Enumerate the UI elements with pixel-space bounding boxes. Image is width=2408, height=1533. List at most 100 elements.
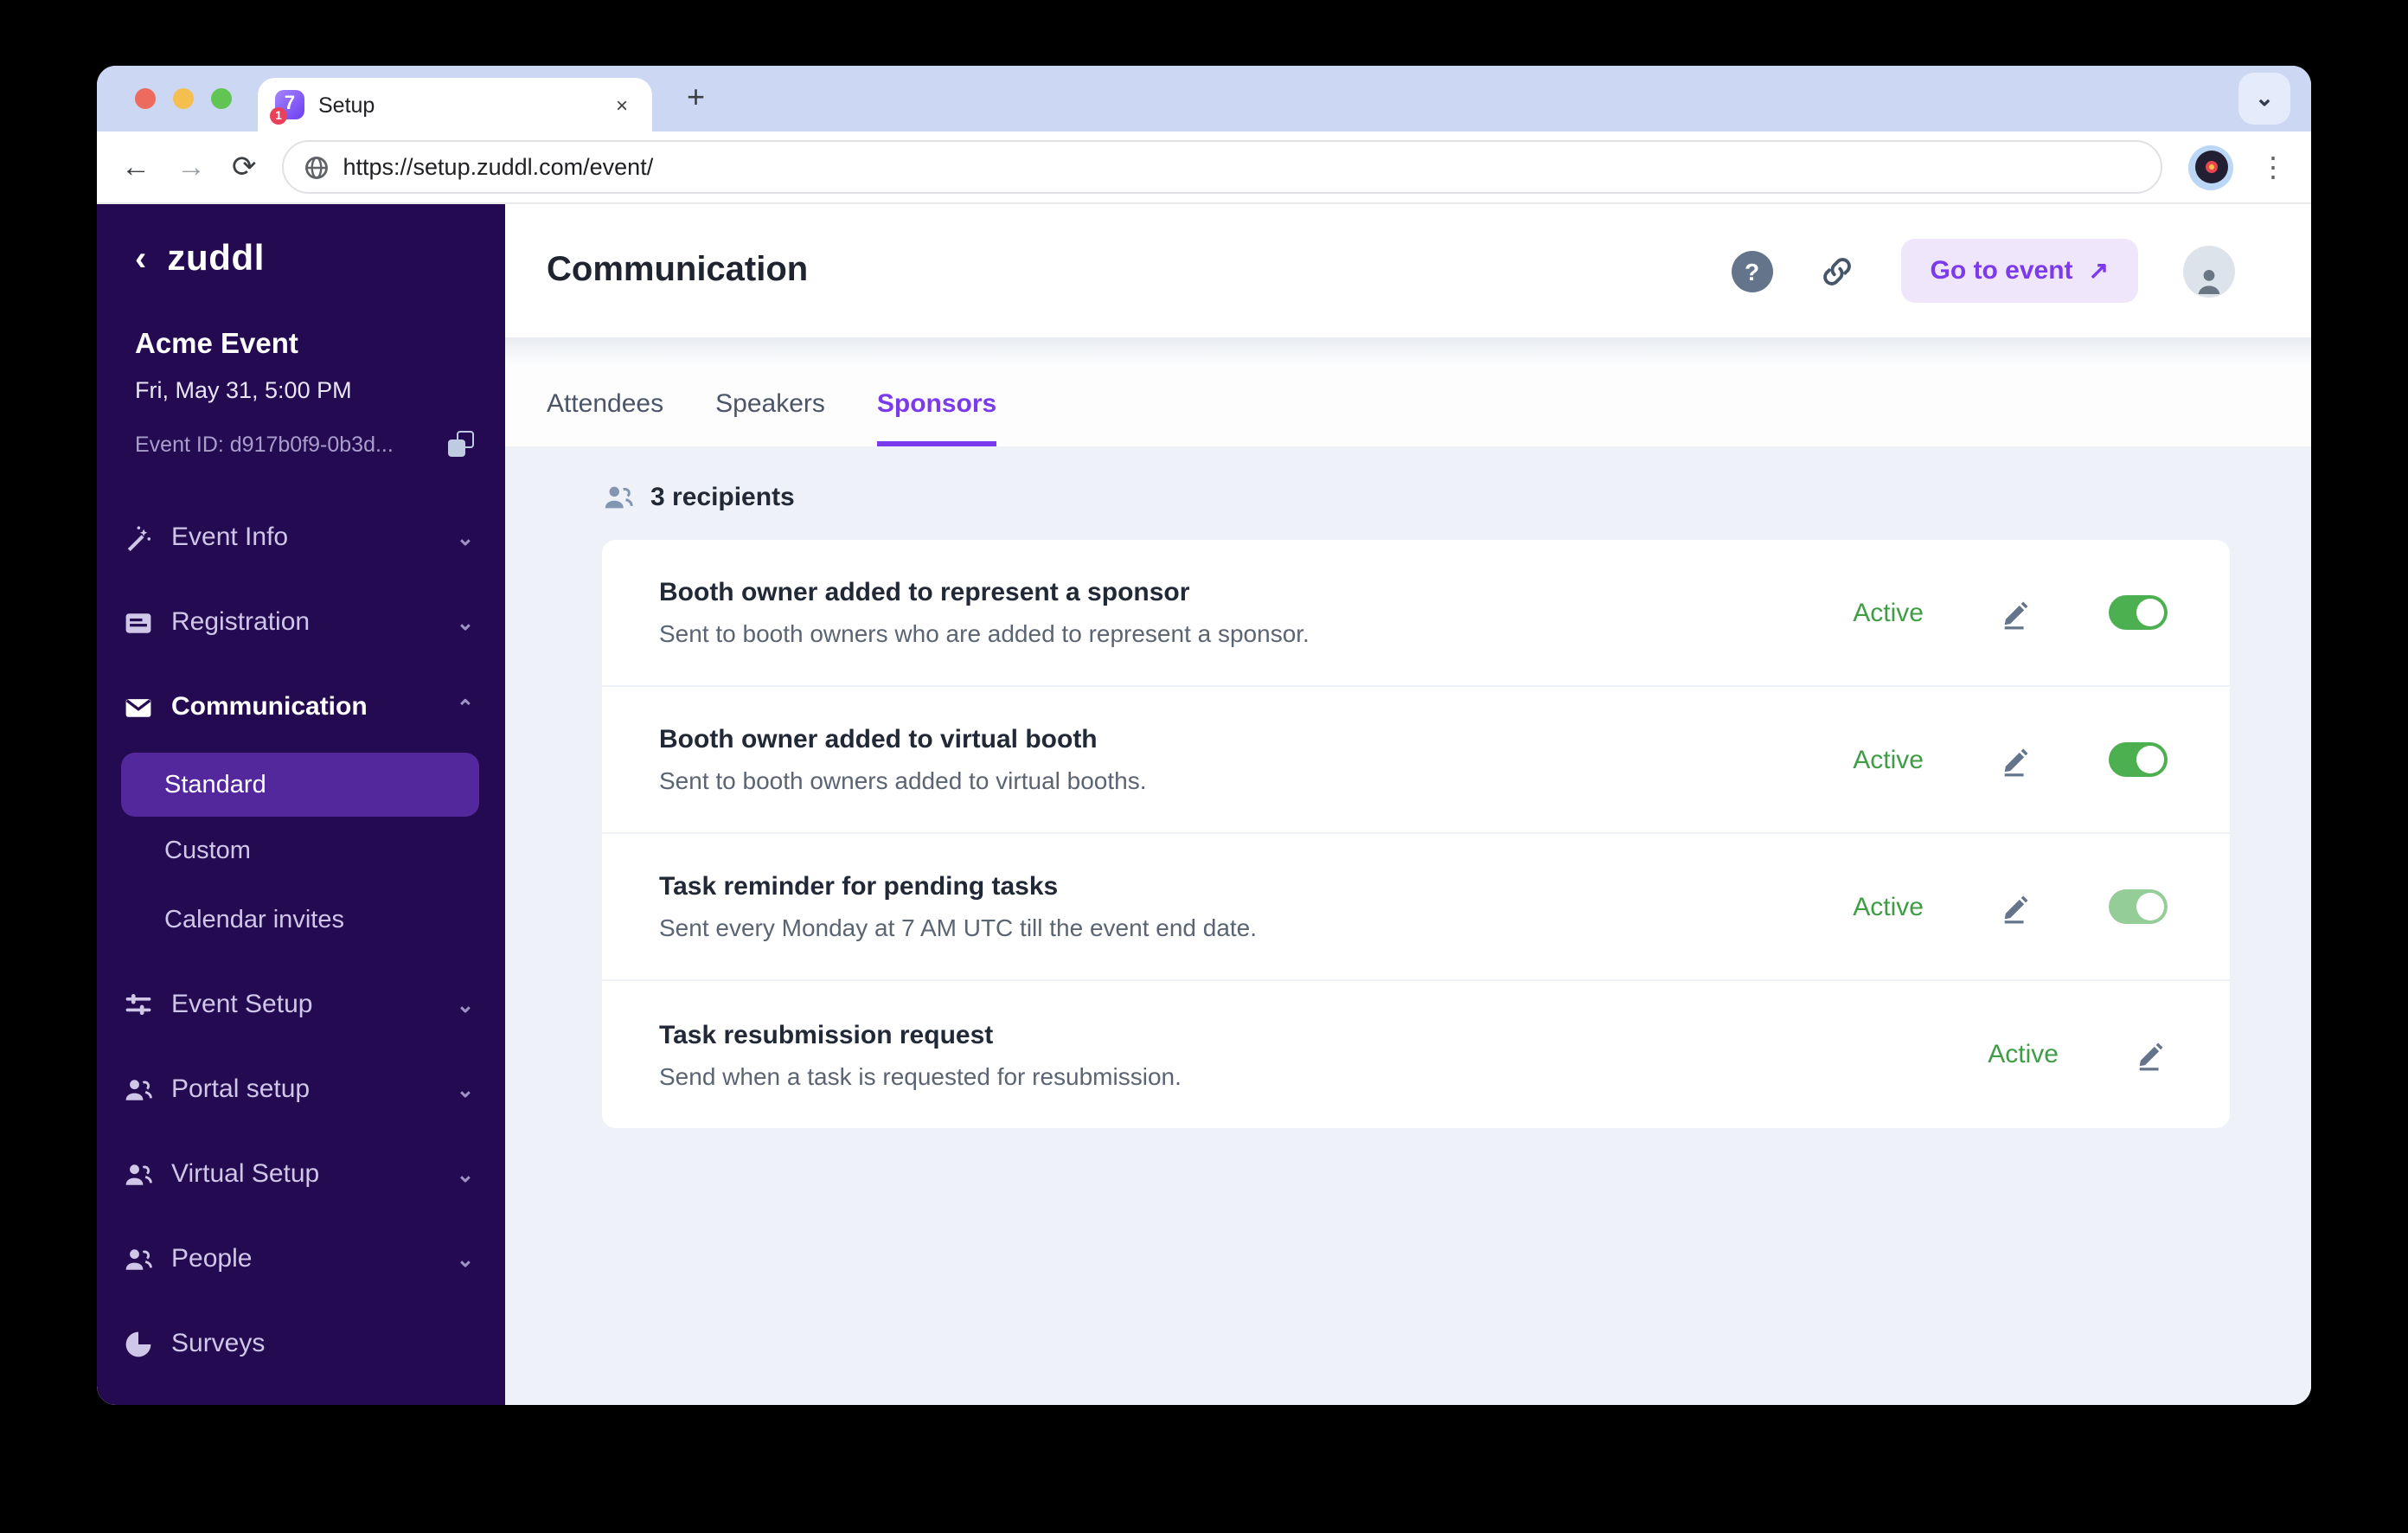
- wand-icon: [121, 521, 154, 554]
- link-icon[interactable]: [1818, 252, 1856, 290]
- browser-tab-setup[interactable]: 7 1 Setup ×: [258, 78, 652, 131]
- status-badge: Active: [1988, 1040, 2059, 1069]
- chevron-down-icon: ⌄: [456, 992, 474, 1017]
- edit-icon[interactable]: [2000, 596, 2033, 629]
- notification-title: Task reminder for pending tasks: [659, 872, 1059, 901]
- status-badge: Active: [1853, 892, 1924, 921]
- people-icon: [121, 1158, 154, 1190]
- subitem-label: Standard: [164, 771, 266, 799]
- zuddl-favicon: 7 1: [270, 90, 304, 125]
- page-header: Communication Go to event ↗: [505, 204, 2311, 337]
- tab-attendees[interactable]: Attendees: [547, 389, 663, 446]
- screen: 7 1 Setup × + ⌄ ← → ⟳ https://setup.zudd…: [0, 0, 2408, 1533]
- sidebar-item-registration[interactable]: Registration ⌄: [97, 580, 505, 664]
- sidebar-item-portal-setup[interactable]: Portal setup ⌄: [97, 1047, 505, 1132]
- sidebar-subitem-custom[interactable]: Custom: [97, 817, 505, 886]
- page-title: Communication: [547, 251, 809, 289]
- notification-badge: 1: [270, 107, 287, 125]
- back-chevron-icon[interactable]: ‹: [135, 242, 146, 277]
- sidebar-item-label: Virtual Setup: [171, 1159, 320, 1189]
- external-link-icon: ↗: [2088, 256, 2109, 284]
- pie-chart-icon: [121, 1327, 154, 1360]
- status-badge: Active: [1853, 745, 1924, 774]
- notification-title: Booth owner added to represent a sponsor: [659, 578, 1190, 607]
- tab-speakers[interactable]: Speakers: [715, 389, 825, 446]
- edit-icon[interactable]: [2000, 743, 2033, 776]
- sliders-icon: [121, 988, 154, 1021]
- minimize-window-button[interactable]: [173, 88, 194, 109]
- notification-description: Sent to booth owners added to virtual bo…: [659, 766, 1147, 794]
- help-icon[interactable]: [1731, 250, 1773, 292]
- sidebar-subitem-standard[interactable]: Standard: [121, 753, 479, 817]
- event-datetime: Fri, May 31, 5:00 PM: [135, 377, 352, 403]
- close-tab-icon[interactable]: ×: [609, 89, 635, 120]
- content-area: 3 recipients Booth owner added to repres…: [505, 446, 2311, 1405]
- sidebar-item-event-info[interactable]: Event Info ⌄: [97, 495, 505, 580]
- browser-tabstrip: 7 1 Setup × + ⌄: [97, 66, 2311, 131]
- go-to-event-button[interactable]: Go to event ↗: [1900, 239, 2138, 303]
- notification-row: Task resubmission request Send when a ta…: [602, 981, 2230, 1128]
- event-id: Event ID: d917b0f9-0b3d...: [135, 432, 394, 456]
- sidebar-logo-row[interactable]: ‹ zuddl: [97, 239, 505, 280]
- go-to-event-label: Go to event: [1930, 256, 2073, 285]
- sidebar-item-label: Event Info: [171, 523, 289, 552]
- sidebar-item-on-site[interactable]: On-site ⌄: [97, 1386, 505, 1405]
- subitem-label: Calendar invites: [164, 907, 344, 934]
- sidebar-item-label: Communication: [171, 692, 368, 722]
- toggle-switch[interactable]: [2109, 595, 2168, 630]
- reload-icon[interactable]: ⟳: [232, 152, 257, 182]
- address-bar[interactable]: https://setup.zuddl.com/event/: [282, 140, 2162, 194]
- zoom-window-button[interactable]: [211, 88, 232, 109]
- event-summary: Acme Event Fri, May 31, 5:00 PM Event ID…: [97, 329, 505, 457]
- tab-search-chevron-icon[interactable]: ⌄: [2238, 73, 2290, 125]
- main-panel: Communication Go to event ↗: [505, 204, 2311, 1405]
- sidebar-item-label: Registration: [171, 607, 311, 637]
- chevron-down-icon: ⌄: [456, 525, 474, 549]
- people-icon: [121, 1242, 154, 1275]
- sidebar-item-surveys[interactable]: Surveys: [97, 1301, 505, 1386]
- browser-profile-avatar[interactable]: [2188, 144, 2233, 189]
- sidebar-item-event-setup[interactable]: Event Setup ⌄: [97, 962, 505, 1047]
- copy-icon[interactable]: [448, 431, 474, 457]
- toggle-switch[interactable]: [2109, 742, 2168, 777]
- url-text[interactable]: https://setup.zuddl.com/event/: [343, 154, 654, 180]
- user-avatar[interactable]: [2183, 245, 2235, 297]
- notification-description: Sent to booth owners who are added to re…: [659, 619, 1310, 647]
- header-shadow-band: [505, 337, 2311, 365]
- chevron-down-icon: ⌄: [456, 1077, 474, 1101]
- close-window-button[interactable]: [135, 88, 156, 109]
- globe-icon: [305, 156, 329, 178]
- browser-menu-icon[interactable]: ⋮: [2259, 150, 2287, 184]
- notification-description: Sent every Monday at 7 AM UTC till the e…: [659, 914, 1258, 941]
- notification-title: Task resubmission request: [659, 1020, 994, 1049]
- tab-sponsors[interactable]: Sponsors: [876, 389, 997, 446]
- app-body: ‹ zuddl Acme Event Fri, May 31, 5:00 PM …: [97, 204, 2311, 1405]
- sidebar-subitem-calendar-invites[interactable]: Calendar invites: [97, 886, 505, 955]
- browser-toolbar: ← → ⟳ https://setup.zuddl.com/event/ ⋮: [97, 131, 2311, 204]
- notification-description: Send when a task is requested for resubm…: [659, 1062, 1182, 1089]
- back-icon[interactable]: ←: [121, 152, 150, 182]
- notifications-card: Booth owner added to represent a sponsor…: [602, 540, 2230, 1128]
- sidebar: ‹ zuddl Acme Event Fri, May 31, 5:00 PM …: [97, 204, 505, 1405]
- recipients-summary: 3 recipients: [602, 481, 2230, 514]
- status-badge: Active: [1853, 598, 1924, 627]
- mail-icon: [121, 690, 154, 723]
- toggle-switch: [2109, 889, 2168, 924]
- sidebar-item-label: People: [171, 1244, 253, 1273]
- zuddl-logo: zuddl: [167, 239, 265, 279]
- people-icon: [121, 1073, 154, 1106]
- sidebar-menu: Event Info ⌄ Registration ⌄ Communicatio…: [97, 495, 505, 1405]
- browser-window: 7 1 Setup × + ⌄ ← → ⟳ https://setup.zudd…: [97, 66, 2311, 1405]
- sidebar-item-virtual-setup[interactable]: Virtual Setup ⌄: [97, 1132, 505, 1216]
- forward-icon: →: [176, 151, 206, 183]
- event-name: Acme Event: [135, 329, 298, 360]
- sidebar-item-communication[interactable]: Communication ⌃: [97, 664, 505, 749]
- new-tab-button[interactable]: +: [676, 76, 715, 119]
- edit-icon[interactable]: [2135, 1038, 2168, 1071]
- edit-icon[interactable]: [2000, 890, 2033, 923]
- sidebar-item-people[interactable]: People ⌄: [97, 1216, 505, 1301]
- tab-title: Setup: [318, 93, 375, 117]
- chevron-down-icon: ⌄: [456, 610, 474, 634]
- recipients-count: 3 recipients: [650, 483, 795, 512]
- recipients-people-icon: [605, 486, 633, 509]
